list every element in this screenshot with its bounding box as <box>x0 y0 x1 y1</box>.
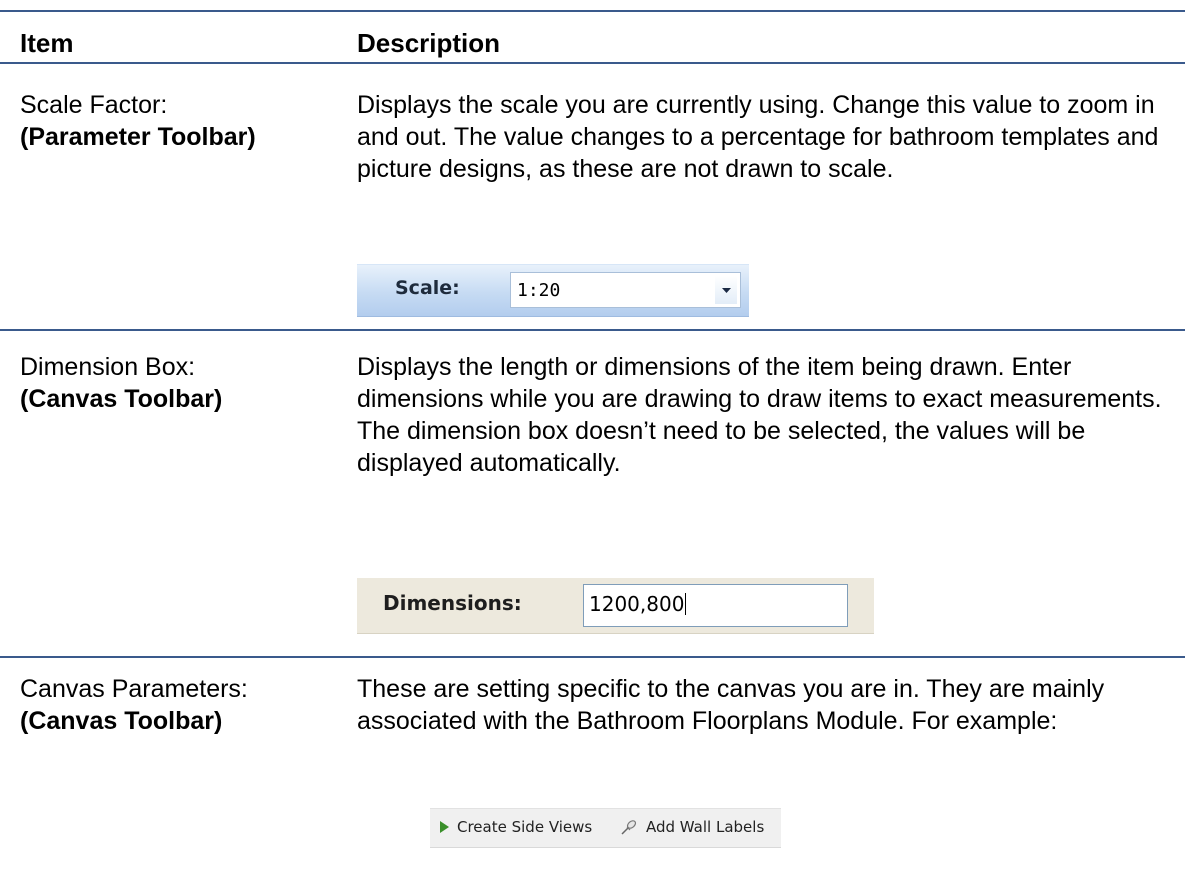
row-dimension-box-item: Dimension Box: (Canvas Toolbar) <box>20 351 350 415</box>
item-toolbar: (Parameter Toolbar) <box>20 123 256 151</box>
create-side-views-label: Create Side Views <box>457 818 593 836</box>
header-rule <box>0 62 1185 64</box>
row-rule-1 <box>0 329 1185 331</box>
canvas-toolbar-screenshot: Create Side Views Add Wall Labels <box>430 808 781 848</box>
row-canvas-parameters-description: These are setting specific to the canvas… <box>357 675 1105 735</box>
create-side-views-button[interactable]: Create Side Views <box>440 818 592 836</box>
play-arrow-icon <box>440 821 449 833</box>
row-dimension-box-description: Displays the length or dimensions of the… <box>357 353 1162 477</box>
item-name: Canvas Parameters: <box>20 675 248 703</box>
item-toolbar: (Canvas Toolbar) <box>20 385 223 413</box>
column-header-item: Item <box>20 28 74 58</box>
table-top-rule <box>0 10 1185 12</box>
scale-value: 1:20 <box>517 280 561 301</box>
scale-toolbar-screenshot: Scale: 1:20 <box>357 264 749 317</box>
row-scale-factor-description: Displays the scale you are currently usi… <box>357 91 1159 183</box>
dimensions-input[interactable]: 1200,800 <box>583 584 848 627</box>
text-caret <box>685 593 687 615</box>
dimensions-value: 1200,800 <box>589 592 685 616</box>
scale-label: Scale: <box>395 277 460 299</box>
item-name: Dimension Box: <box>20 353 196 381</box>
help-table-page: Item Description Scale Factor: (Paramete… <box>0 0 1185 872</box>
scale-select[interactable]: 1:20 <box>510 272 741 308</box>
row-rule-2 <box>0 656 1185 658</box>
row-canvas-parameters-item: Canvas Parameters: (Canvas Toolbar) <box>20 673 350 737</box>
item-toolbar: (Canvas Toolbar) <box>20 707 223 735</box>
pin-icon <box>621 820 637 835</box>
row-scale-factor-item: Scale Factor: (Parameter Toolbar) <box>20 89 350 153</box>
chevron-down-icon[interactable] <box>715 276 737 304</box>
add-wall-labels-button[interactable]: Add Wall Labels <box>620 818 764 836</box>
item-name: Scale Factor: <box>20 91 168 119</box>
column-header-description: Description <box>357 28 501 58</box>
dimensions-label: Dimensions: <box>383 591 522 615</box>
add-wall-labels-label: Add Wall Labels <box>646 818 765 836</box>
dimensions-toolbar-screenshot: Dimensions: 1200,800 <box>357 578 874 634</box>
